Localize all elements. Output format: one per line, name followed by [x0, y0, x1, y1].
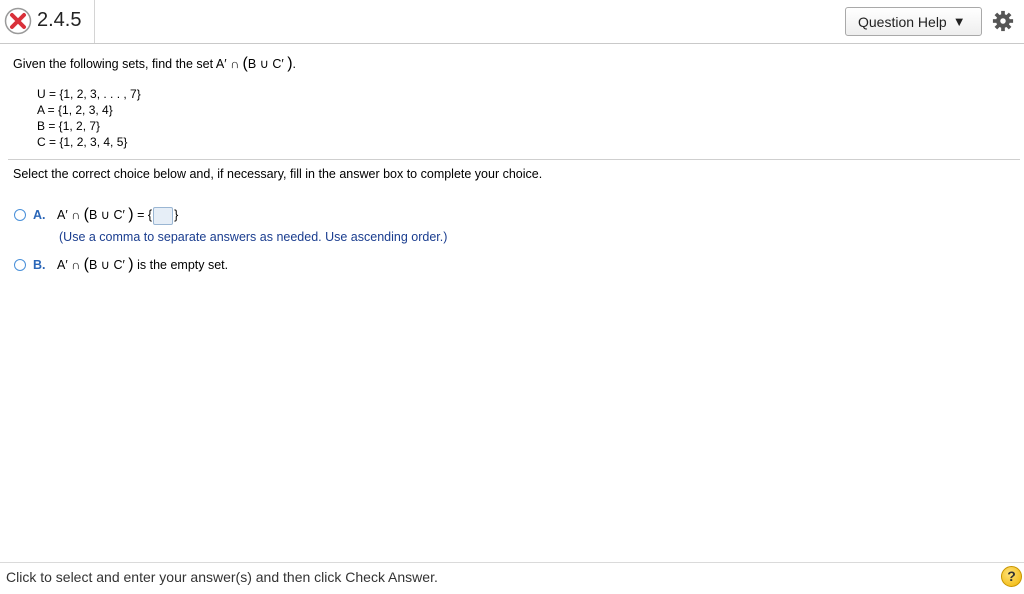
chevron-down-icon: ▼: [952, 14, 966, 29]
choice-a-hint: (Use a comma to separate answers as need…: [59, 230, 448, 244]
set-c: C = {1, 2, 3, 4, 5}: [37, 135, 128, 149]
instruction-text: Select the correct choice below and, if …: [13, 167, 543, 181]
answer-input[interactable]: [153, 206, 174, 225]
set-definitions: U = {1, 2, 3, . . . , 7} A = {1, 2, 3, 4…: [37, 86, 141, 150]
choice-a-expression: B A′ ∩ (B ∪ C′ ) = {}: [57, 206, 179, 225]
set-a: A = {1, 2, 3, 4}: [37, 103, 113, 117]
footer-bar: Click to select and enter your answer(s)…: [0, 562, 1024, 594]
choice-b-letter: B.: [33, 258, 46, 272]
question-help-button[interactable]: Question Help ▼: [845, 7, 982, 36]
header-divider: [94, 0, 95, 43]
help-icon[interactable]: ?: [1001, 566, 1022, 587]
choice-a-letter: A.: [33, 208, 46, 223]
choice-a[interactable]: A. B A′ ∩ (B ∪ C′ ) = {}: [14, 206, 178, 225]
set-b: B = {1, 2, 7}: [37, 119, 101, 133]
choice-a-radio[interactable]: [14, 209, 26, 222]
section-divider: [8, 159, 1020, 160]
question-help-label: Question Help: [858, 13, 947, 30]
choice-b[interactable]: B. A′ ∩ (B ∪ C′ ) is the empty set.: [14, 256, 228, 274]
question-prompt: Given the following sets, find the set A…: [13, 55, 296, 72]
footer-instruction: Click to select and enter your answer(s)…: [6, 569, 438, 585]
choice-b-radio[interactable]: [14, 259, 26, 271]
set-u: U = {1, 2, 3, . . . , 7}: [37, 87, 141, 101]
gear-icon[interactable]: [992, 10, 1014, 32]
question-number: 2.4.5: [37, 9, 82, 31]
choice-b-expression: A′ ∩ (B ∪ C′ ) is the empty set.: [57, 256, 229, 273]
incorrect-x-icon: [4, 7, 32, 35]
question-header: 2.4.5 Question Help ▼: [0, 0, 1024, 44]
